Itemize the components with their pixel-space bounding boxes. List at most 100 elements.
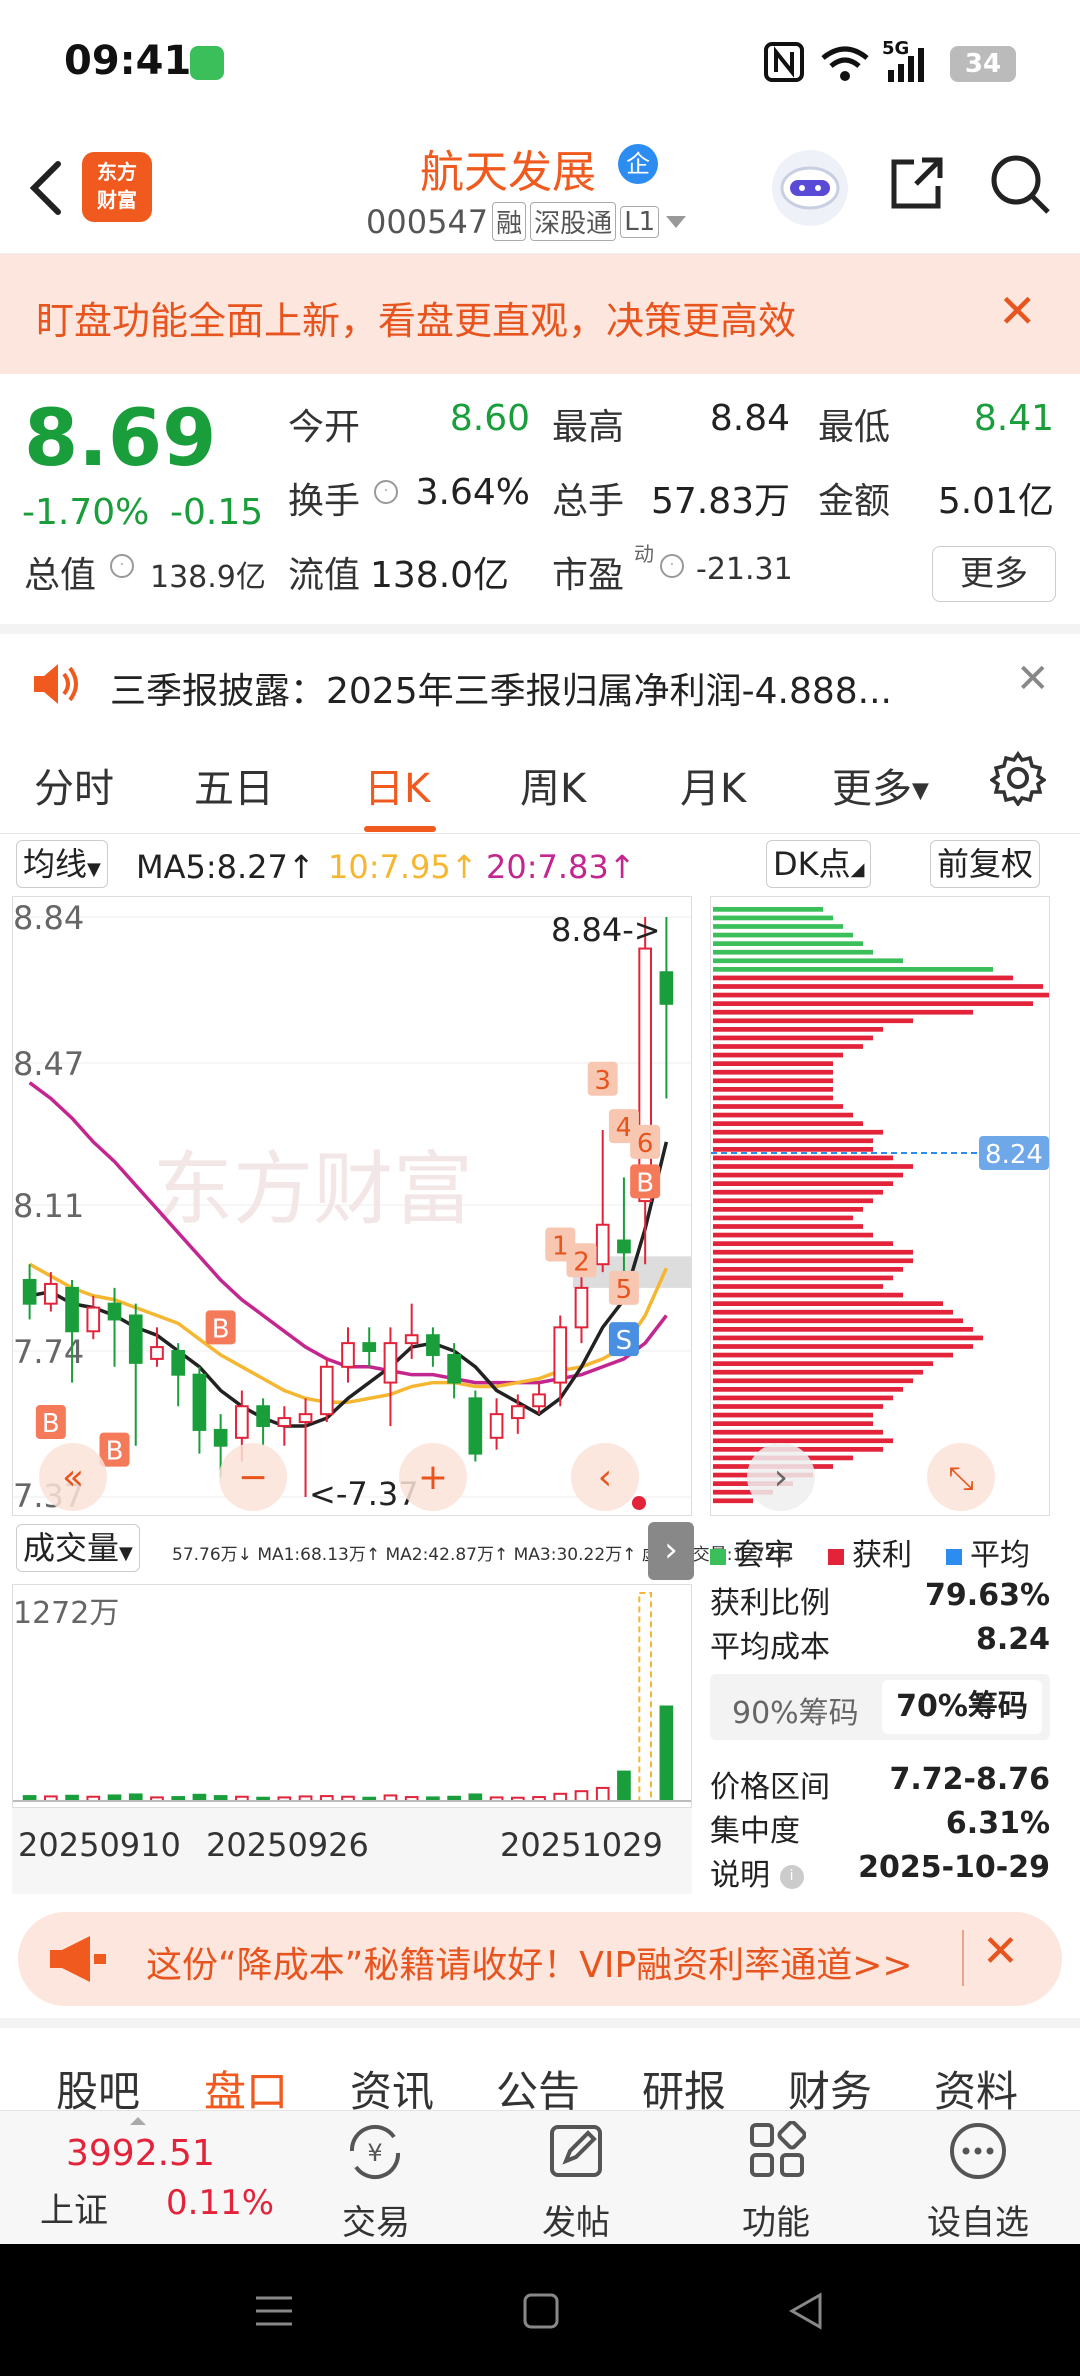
tag-margin: 融 bbox=[492, 202, 527, 241]
candle bbox=[319, 1358, 334, 1423]
stock-code-row[interactable]: 000547 融 深股通 L1 bbox=[366, 202, 689, 241]
tab-daily-k[interactable]: 日K bbox=[364, 756, 430, 814]
volume-selector[interactable]: 成交量▼ bbox=[16, 1524, 140, 1572]
concentration-row: 集中度 6.31% bbox=[710, 1806, 1050, 1850]
tab-five-day[interactable]: 五日 bbox=[194, 756, 274, 814]
gear-icon[interactable] bbox=[990, 750, 1046, 806]
chip-bar-profit bbox=[713, 1121, 863, 1126]
enterprise-badge: 企 bbox=[618, 144, 658, 184]
ma10-value: 10:7.95↑ bbox=[328, 848, 478, 886]
chevron-right-icon: › bbox=[774, 1457, 788, 1498]
index-ticker[interactable]: 3992.51 上证 0.11% bbox=[0, 2111, 290, 2245]
high-value: 8.84 bbox=[709, 398, 790, 439]
candle bbox=[171, 1343, 186, 1407]
promo-text: 盯盘功能全面上新，看盘更直观，决策更高效 bbox=[36, 299, 797, 343]
back-arrow-icon[interactable] bbox=[22, 158, 72, 218]
live-dot bbox=[632, 1496, 646, 1510]
chip-bar-profit bbox=[713, 992, 1049, 998]
share-icon[interactable] bbox=[886, 154, 946, 214]
mktcap-label: 总值 bbox=[24, 555, 97, 596]
announcement-bar[interactable]: 三季报披露：2025年三季报归属净利润-4.888... ✕ bbox=[0, 624, 1080, 724]
tab-more[interactable]: 更多▼ bbox=[832, 756, 929, 814]
candlestick-chart[interactable]: 8.848.478.117.747.37东方财富BBB123456BS8.84-… bbox=[12, 896, 692, 1516]
tab-intraday[interactable]: 分时 bbox=[34, 756, 114, 814]
nav-trade[interactable]: ¥ 交易 bbox=[306, 2111, 446, 2245]
toggle-70[interactable]: 70%筹码 bbox=[882, 1680, 1042, 1734]
candle bbox=[341, 1327, 355, 1383]
menu-icon[interactable] bbox=[254, 2294, 294, 2328]
home-icon[interactable] bbox=[522, 2292, 560, 2330]
info-icon[interactable]: · bbox=[660, 554, 684, 578]
volume-legend: 57.76万↓ MA1:68.13万↑ MA2:42.87万↑ MA3:30.2… bbox=[172, 1545, 793, 1565]
signal-marker-label: 6 bbox=[637, 1129, 654, 1159]
stock-name[interactable]: 航天发展 bbox=[420, 136, 596, 200]
close-icon[interactable]: ✕ bbox=[998, 284, 1037, 338]
candle-body bbox=[277, 1417, 292, 1427]
candle bbox=[22, 1264, 37, 1320]
dk-point-button[interactable]: DK点◢ bbox=[766, 840, 872, 888]
vip-ad-banner[interactable]: 这份“降成本”秘籍请收好！VIP融资利率通道>> ✕ bbox=[18, 1912, 1062, 2006]
chip-bar-trapped bbox=[713, 907, 823, 912]
turnover-value: 3.64% bbox=[415, 472, 530, 513]
overlay-control-glyph: ‹ bbox=[598, 1457, 612, 1498]
y-tick-label: 8.84 bbox=[13, 899, 84, 937]
note-label-wrap[interactable]: 说明 i bbox=[710, 1850, 804, 1894]
avg-cost-row: 平均成本 8.24 bbox=[710, 1622, 1050, 1666]
chip-bar-profit bbox=[713, 1369, 923, 1375]
tab-weekly-k[interactable]: 周K bbox=[520, 756, 586, 814]
chip-bar-profit bbox=[713, 1498, 753, 1504]
signal-marker-label: B bbox=[636, 1168, 654, 1198]
adjust-button[interactable]: 前复权 bbox=[930, 840, 1041, 888]
app-logo: 东方 财富 bbox=[82, 152, 152, 222]
profit-ratio-row: 获利比例 79.63% bbox=[710, 1578, 1050, 1622]
announcement-text: 三季报披露：2025年三季报归属净利润-4.888... bbox=[110, 671, 892, 712]
change-percent: -1.70% bbox=[22, 492, 150, 533]
section-tabs: 股吧 盘口 资讯 公告 研报 财务 资料 bbox=[0, 2018, 1080, 2116]
chip-distribution-chart[interactable]: 8.24 › ⤡ bbox=[710, 896, 1050, 1516]
chip-bar-profit bbox=[713, 1044, 863, 1049]
volume-max-label: 1272万 bbox=[13, 1596, 119, 1631]
virtual-volume-bar bbox=[638, 1592, 652, 1802]
chevron-down-icon: ◢ bbox=[850, 859, 865, 880]
back-icon[interactable] bbox=[788, 2292, 824, 2330]
candle-body bbox=[404, 1334, 419, 1345]
more-dots-icon bbox=[950, 2123, 1006, 2179]
ma-selector[interactable]: 均线▼ bbox=[16, 840, 108, 888]
candle-body bbox=[150, 1346, 164, 1360]
close-icon[interactable]: ✕ bbox=[982, 1926, 1019, 1977]
chip-bar-profit bbox=[713, 1147, 873, 1152]
chip-bar-profit bbox=[713, 1198, 873, 1204]
toggle-90[interactable]: 90%筹码 bbox=[732, 1688, 859, 1732]
max-price-label: 8.84-> bbox=[551, 911, 661, 949]
chip-bar-profit bbox=[713, 1438, 893, 1444]
search-icon[interactable] bbox=[988, 152, 1052, 216]
nav-post[interactable]: 发帖 bbox=[506, 2111, 646, 2245]
chevron-down-icon: ▼ bbox=[119, 1543, 133, 1564]
candle-body bbox=[383, 1342, 398, 1384]
nav-watchlist[interactable]: 设自选 bbox=[908, 2111, 1048, 2245]
candle bbox=[659, 917, 674, 1099]
message-app-icon bbox=[190, 46, 224, 80]
chip-bar-profit bbox=[713, 1035, 873, 1041]
signal-marker-label: 4 bbox=[616, 1113, 633, 1143]
ai-assistant-avatar[interactable] bbox=[772, 150, 848, 226]
chip-bar-profit bbox=[713, 1027, 883, 1032]
chip-bar-profit bbox=[713, 1052, 843, 1058]
more-button[interactable]: 更多 bbox=[932, 546, 1056, 602]
average-cost-label: 8.24 bbox=[985, 1140, 1043, 1170]
chip-bar-profit bbox=[713, 1284, 883, 1289]
expand-panel-button[interactable]: › bbox=[648, 1522, 694, 1580]
feature-promo-banner[interactable]: 盯盘功能全面上新，看盘更直观，决策更高效 ✕ bbox=[0, 254, 1080, 374]
nav-functions[interactable]: 功能 bbox=[706, 2111, 846, 2245]
svg-text:¥: ¥ bbox=[367, 2139, 382, 2167]
candle-body bbox=[298, 1413, 313, 1424]
chip-bar-profit bbox=[713, 1001, 1033, 1006]
ma5-value: MA5:8.27↑ bbox=[136, 848, 315, 886]
chip-bar-profit bbox=[713, 1138, 873, 1144]
info-icon[interactable]: · bbox=[374, 480, 398, 504]
tab-monthly-k[interactable]: 月K bbox=[680, 756, 746, 814]
profit-ratio-value: 79.63% bbox=[925, 1578, 1050, 1613]
close-icon[interactable]: ✕ bbox=[1016, 656, 1050, 702]
info-icon[interactable]: · bbox=[110, 554, 134, 578]
volume-chart[interactable]: 1272万 bbox=[12, 1584, 692, 1808]
